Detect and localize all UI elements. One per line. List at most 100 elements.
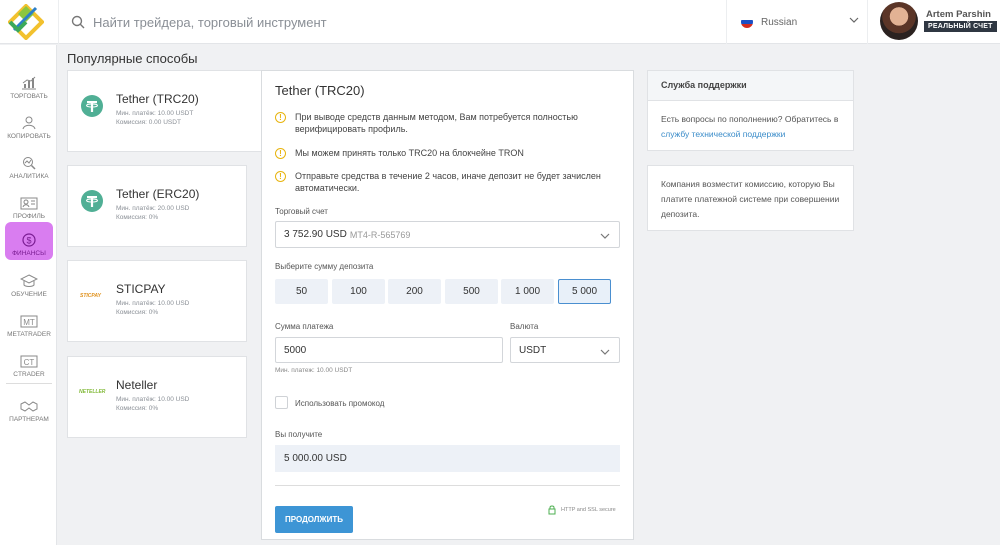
sidebar-item-label: ОБУЧЕНИЕ	[11, 291, 47, 298]
method-min: Мин. платёж: 10.00 USD	[116, 396, 190, 403]
russia-flag-icon	[741, 16, 753, 28]
method-fee: Комиссия: 0%	[116, 309, 159, 316]
method-fee: Комиссия: 0.00 USDT	[116, 119, 181, 126]
neteller-logo: NETELLER	[79, 389, 106, 395]
method-fee: Комиссия: 0%	[116, 405, 159, 412]
account-select[interactable]: 3 752.90 USD MT4-R-565769	[275, 221, 620, 248]
analytics-icon	[23, 157, 36, 170]
section-title: Популярные способы	[67, 51, 198, 66]
tether-icon	[81, 95, 103, 117]
min-payment-hint: Мин. платеж: 10.00 USDT	[275, 367, 353, 374]
sidebar-item-label: КОПИРОВАТЬ	[7, 133, 51, 140]
sticpay-logo: STICPAY	[80, 293, 101, 299]
promo-label: Использовать промокод	[295, 399, 385, 408]
method-card-neteller[interactable]: NETELLER Neteller Мин. платёж: 10.00 USD…	[67, 356, 247, 438]
chevron-down-icon	[600, 233, 610, 239]
search-bar[interactable]	[58, 0, 726, 44]
sidebar: ТОРГОВАТЬ КОПИРОВАТЬ АНАЛИТИКА ПРОФИЛЬ $…	[0, 45, 57, 545]
currency-select[interactable]: USDT	[510, 337, 620, 363]
currency-label: Валюта	[510, 322, 539, 331]
method-min: Мин. платёж: 10.00 USDT	[116, 110, 194, 117]
method-fee: Комиссия: 0%	[116, 214, 159, 221]
dollar-icon: $	[22, 233, 36, 247]
ct-icon: CT	[20, 355, 38, 368]
commission-card: Компания возместит комиссию, которую Вы …	[647, 165, 854, 231]
sum-label: Сумма платежа	[275, 322, 334, 331]
sidebar-item-analytics[interactable]: АНАЛИТИКА	[5, 145, 53, 183]
sidebar-item-label: ТОРГОВАТЬ	[10, 93, 48, 100]
method-card-sticpay[interactable]: STICPAY STICPAY Мин. платёж: 10.00 USD К…	[67, 260, 247, 342]
form-title: Tether (TRC20)	[275, 83, 365, 98]
sidebar-item-metatrader[interactable]: MT METATRADER	[5, 303, 53, 341]
secure-label: HTTP and SSL secure	[561, 507, 616, 513]
account-label: Торговый счет	[275, 207, 328, 216]
amount-option-5000[interactable]: 5 000	[558, 279, 611, 304]
warning-icon: !	[275, 148, 286, 159]
user-menu[interactable]: Artem Parshin РЕАЛЬНЫЙ СЧЕТ	[878, 0, 1000, 44]
secure-badge: HTTP and SSL secure	[548, 505, 616, 515]
copy-traders-icon	[22, 116, 36, 130]
tether-icon	[81, 190, 103, 212]
sidebar-item-education[interactable]: ОБУЧЕНИЕ	[5, 263, 53, 301]
sidebar-item-label: ФИНАНСЫ	[12, 250, 46, 257]
account-balance: 3 752.90 USD	[284, 229, 347, 240]
amount-option-500[interactable]: 500	[445, 279, 498, 304]
sidebar-item-label: АНАЛИТИКА	[9, 173, 49, 180]
chart-icon	[22, 76, 36, 90]
warning-text: При выводе средств данным методом, Вам п…	[295, 112, 578, 134]
sidebar-item-trade[interactable]: ТОРГОВАТЬ	[5, 65, 53, 103]
search-icon	[71, 15, 85, 29]
support-text: Есть вопросы по пополнению? Обратитесь в	[661, 114, 839, 124]
logo-icon[interactable]	[8, 4, 44, 40]
method-name: Tether (ERC20)	[116, 187, 200, 201]
sidebar-item-label: CTRADER	[13, 371, 45, 378]
support-card: Служба поддержки Есть вопросы по пополне…	[647, 70, 854, 151]
sidebar-item-finance[interactable]: $ ФИНАНСЫ	[5, 222, 53, 260]
amount-option-100[interactable]: 100	[332, 279, 385, 304]
method-name: Neteller	[116, 378, 158, 392]
top-bar: Russian Artem Parshin РЕАЛЬНЫЙ СЧЕТ	[0, 0, 1000, 44]
currency-value: USDT	[519, 344, 547, 356]
sidebar-item-profile[interactable]: ПРОФИЛЬ	[5, 185, 53, 223]
divider	[275, 485, 620, 486]
promo-checkbox[interactable]	[275, 396, 288, 409]
support-link[interactable]: службу технической поддержки	[661, 129, 785, 139]
language-label: Russian	[761, 16, 798, 28]
support-title: Служба поддержки	[648, 71, 853, 101]
sidebar-item-label: ПРОФИЛЬ	[12, 213, 46, 220]
sidebar-item-partners[interactable]: ПАРТНЕРАМ	[5, 388, 53, 426]
amount-option-50[interactable]: 50	[275, 279, 328, 304]
receive-label: Вы получите	[275, 430, 323, 439]
warning-icon: !	[275, 112, 286, 123]
sidebar-item-label: ПАРТНЕРАМ	[9, 416, 49, 423]
svg-text:CT: CT	[24, 358, 35, 367]
amount-option-1000[interactable]: 1 000	[501, 279, 554, 304]
chevron-down-icon	[849, 17, 859, 23]
method-card-tether-trc20[interactable]: Tether (TRC20) Мин. платёж: 10.00 USDT К…	[67, 70, 263, 152]
warning-verification: ! При выводе средств данным методом, Вам…	[275, 111, 625, 135]
warning-time-limit: ! Отправьте средства в течение 2 часов, …	[275, 170, 625, 194]
method-card-tether-erc20[interactable]: Tether (ERC20) Мин. платёж: 20.00 USD Ко…	[67, 165, 247, 247]
continue-button[interactable]: ПРОДОЛЖИТЬ	[275, 506, 353, 533]
sidebar-divider	[6, 383, 52, 384]
avatar[interactable]	[880, 2, 918, 40]
commission-note: Компания возместит комиссию, которую Вы …	[661, 179, 840, 219]
sum-input[interactable]: 5000	[275, 337, 503, 363]
sidebar-item-ctrader[interactable]: CT CTRADER	[5, 343, 53, 381]
warning-text: Отправьте средства в течение 2 часов, ин…	[295, 171, 601, 193]
warning-text: Мы можем принять только TRC20 на блокчей…	[295, 148, 524, 158]
sidebar-item-label: METATRADER	[7, 331, 51, 338]
method-min: Мин. платёж: 20.00 USD	[116, 205, 190, 212]
graduation-cap-icon	[20, 274, 38, 287]
lock-icon	[548, 505, 556, 515]
language-selector[interactable]: Russian	[726, 0, 868, 44]
mt-icon: MT	[20, 315, 38, 328]
amount-option-200[interactable]: 200	[388, 279, 441, 304]
method-min: Мин. платёж: 10.00 USD	[116, 300, 190, 307]
profile-card-icon	[20, 197, 38, 210]
sidebar-item-copy[interactable]: КОПИРОВАТЬ	[5, 105, 53, 143]
search-input[interactable]	[93, 14, 653, 30]
receive-amount: 5 000.00 USD	[275, 445, 620, 472]
user-name: Artem Parshin	[926, 9, 991, 20]
svg-text:MT: MT	[23, 318, 35, 327]
